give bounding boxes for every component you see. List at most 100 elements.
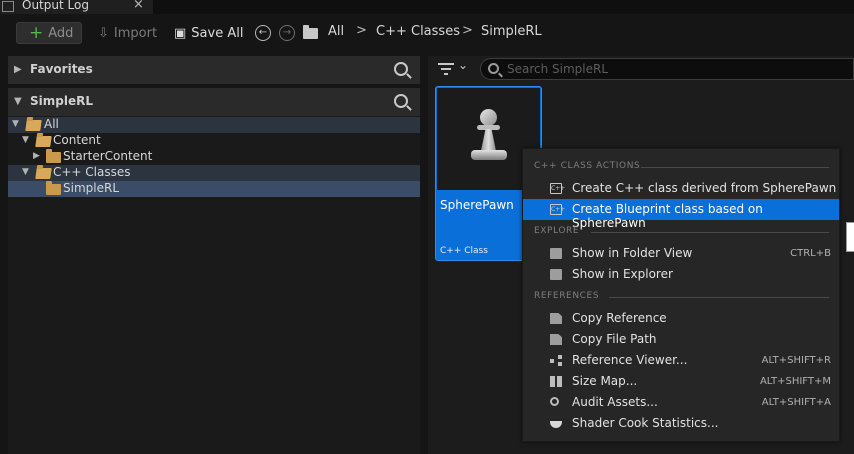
copy-page-icon (550, 313, 562, 324)
folder-open-icon (35, 136, 52, 147)
folder-icon (46, 149, 61, 163)
teapot-icon (550, 421, 562, 428)
add-button[interactable]: + Add (16, 22, 82, 44)
sources-panel: ▶ Favorites ▼ SimpleRL ▼ All ▼ Content ▶… (8, 56, 420, 454)
close-icon[interactable]: × (133, 0, 144, 12)
divider (609, 297, 829, 298)
tree-item-simplerl[interactable]: SimpleRL (8, 181, 420, 197)
menu-item-label: Create C++ class derived from SpherePawn (572, 181, 837, 195)
folder-open-icon (25, 120, 42, 131)
copy-page-icon (550, 334, 562, 345)
cpp-class-icon: C++ (550, 183, 566, 194)
menu-section-title: EXPLORE (534, 226, 580, 236)
pawn-icon (468, 109, 510, 167)
asset-name: SpherePawn (440, 198, 514, 212)
divider (641, 167, 829, 168)
tree-item-content[interactable]: ▼ Content (8, 133, 420, 149)
breadcrumb-cpp-classes[interactable]: C++ Classes (376, 24, 460, 39)
size-map-icon (550, 376, 562, 387)
filter-icon[interactable] (438, 63, 454, 75)
folder-icon (46, 181, 61, 195)
chevron-down-icon[interactable]: ⌄ (458, 58, 468, 72)
menu-item-label: Audit Assets... (572, 395, 658, 409)
tab-label: Output Log (22, 0, 89, 12)
menu-item-shortcut: ALT+SHIFT+M (759, 376, 831, 387)
search-icon (488, 63, 499, 74)
back-icon[interactable]: ← (255, 25, 271, 41)
tree-item-label: All (44, 117, 59, 131)
expanded-arrow-icon: ▼ (22, 167, 29, 177)
import-icon: ⇩ (98, 25, 109, 41)
menu-item-show-in-folder-view[interactable]: Show in Folder View CTRL+B (523, 243, 839, 264)
asset-search (480, 58, 854, 80)
menu-item-copy-reference[interactable]: Copy Reference (523, 308, 839, 329)
search-icon[interactable] (394, 62, 408, 76)
menu-item-label: Copy File Path (572, 332, 657, 346)
breadcrumb-all[interactable]: All (328, 24, 344, 39)
expanded-arrow-icon: ▼ (12, 119, 19, 129)
menu-item-copy-file-path[interactable]: Copy File Path (523, 329, 839, 350)
tree-item-label: SimpleRL (63, 181, 119, 195)
asset-type: C++ Class (440, 246, 488, 256)
menu-item-label: Show in Folder View (572, 246, 693, 260)
menu-item-show-in-explorer[interactable]: Show in Explorer (523, 264, 839, 285)
graph-icon (550, 355, 562, 366)
cpp-class-icon: C++ (550, 204, 566, 215)
menu-item-create-blueprint-class[interactable]: C++ Create Blueprint class based on Sphe… (523, 199, 839, 230)
menu-item-create-cpp-class[interactable]: C++ Create C++ class derived from Sphere… (523, 178, 839, 199)
folder-open-icon (35, 168, 52, 179)
content-browser-toolbar: + Add ⇩ Import ▣ Save All ← → All > C++ … (0, 18, 854, 48)
output-log-tab[interactable]: Output Log × (0, 0, 153, 14)
tree-item-label: C++ Classes (53, 165, 131, 179)
breadcrumb-separator: > (462, 23, 473, 38)
menu-item-label: Create Blueprint class based on SpherePa… (572, 202, 763, 230)
menu-section-title: C++ CLASS ACTIONS (534, 161, 641, 171)
folder-tree: ▼ All ▼ Content ▶ StarterContent ▼ C++ C… (8, 116, 420, 454)
menu-item-shortcut: ALT+SHIFT+A (761, 397, 831, 408)
import-button[interactable]: ⇩ Import (98, 22, 157, 44)
menu-item-size-map[interactable]: Size Map... ALT+SHIFT+M (523, 371, 839, 392)
menu-item-label: Shader Cook Statistics... (572, 416, 719, 430)
import-label: Import (113, 25, 158, 41)
tree-item-label: StarterContent (63, 149, 153, 163)
terminal-icon (2, 1, 14, 12)
collapsed-arrow-icon: ▶ (14, 64, 22, 75)
project-header[interactable]: ▼ SimpleRL (8, 88, 420, 116)
menu-item-shader-cook-statistics[interactable]: Shader Cook Statistics... (523, 413, 839, 434)
tree-item-cpp-classes[interactable]: ▼ C++ Classes (8, 165, 420, 181)
save-all-label: Save All (191, 25, 244, 41)
divider (591, 232, 829, 233)
tree-item-startercontent[interactable]: ▶ StarterContent (8, 149, 420, 165)
audit-icon (550, 397, 559, 406)
search-icon[interactable] (394, 94, 408, 108)
folder-search-icon (550, 248, 562, 259)
favorites-header[interactable]: ▶ Favorites (8, 56, 420, 84)
menu-item-shortcut: CTRL+B (790, 248, 831, 259)
menu-item-reference-viewer[interactable]: Reference Viewer... ALT+SHIFT+R (523, 350, 839, 371)
favorites-title: Favorites (30, 62, 93, 76)
expanded-arrow-icon: ▼ (14, 96, 22, 107)
menu-item-label: Show in Explorer (572, 267, 673, 281)
tree-item-all[interactable]: ▼ All (8, 117, 420, 133)
menu-item-label: Size Map... (572, 374, 638, 388)
expanded-arrow-icon: ▼ (22, 135, 29, 145)
menu-item-shortcut: ALT+SHIFT+R (761, 355, 831, 366)
folder-icon (303, 25, 318, 39)
save-all-button[interactable]: ▣ Save All (174, 22, 243, 44)
project-title: SimpleRL (30, 94, 93, 108)
context-menu: C++ CLASS ACTIONS C++ Create C++ class d… (522, 148, 840, 442)
collapsed-arrow-icon: ▶ (33, 151, 40, 161)
menu-item-label: Reference Viewer... (572, 353, 688, 367)
add-label: Add (48, 25, 74, 41)
save-icon: ▣ (174, 25, 187, 41)
menu-item-audit-assets[interactable]: Audit Assets... ALT+SHIFT+A (523, 392, 839, 413)
menu-item-label: Copy Reference (572, 311, 667, 325)
forward-icon[interactable]: → (279, 25, 295, 41)
breadcrumb-simplerl[interactable]: SimpleRL (481, 24, 542, 39)
menu-section-title: REFERENCES (534, 291, 600, 301)
tree-item-label: Content (53, 133, 101, 147)
folder-search-icon (550, 269, 562, 280)
search-input[interactable] (507, 60, 837, 78)
breadcrumb-separator: > (356, 23, 367, 38)
plus-icon: + (29, 22, 44, 43)
